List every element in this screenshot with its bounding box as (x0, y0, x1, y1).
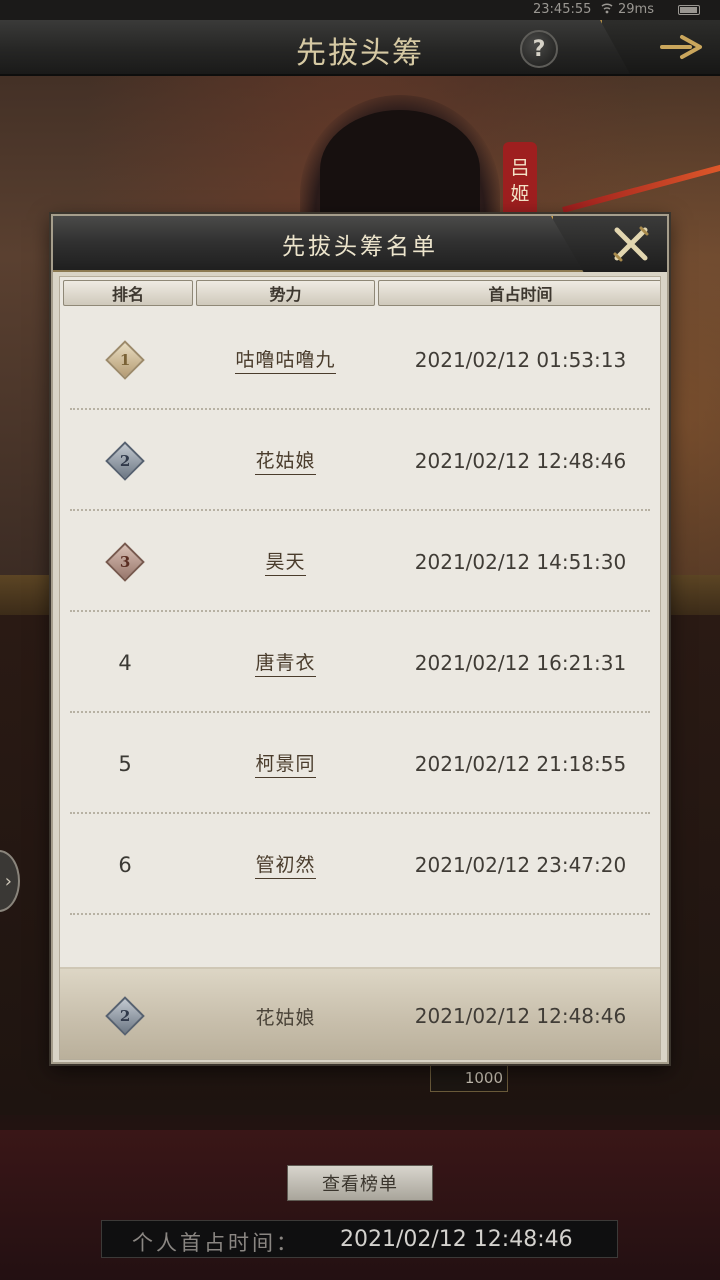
character-name-char-2: 姬 (510, 183, 530, 205)
reward-value: 1000 (464, 1069, 503, 1087)
faction-link[interactable]: 昊天 (265, 547, 306, 576)
silver-medal-icon: 2 (105, 440, 145, 481)
rank-cell: 1 (60, 309, 190, 410)
personal-time-label: 个人首占时间： (132, 1231, 300, 1255)
reward-chip: 1000 (430, 1064, 508, 1092)
wifi-icon (601, 2, 613, 18)
rank-cell: 5 (118, 751, 132, 776)
rank-cell: 2 (60, 410, 190, 511)
time-cell: 2021/02/12 14:51:30 (414, 549, 627, 574)
silver-medal-icon: 2 (105, 996, 145, 1036)
status-bar: 23:45:55 29ms (0, 0, 720, 20)
faction-cell: 昊天 (196, 511, 375, 612)
character-name-tag: 吕 姬 (503, 142, 537, 220)
view-list-button[interactable]: 查看榜单 (287, 1165, 433, 1201)
help-icon: ? (532, 36, 546, 62)
ranking-dialog: 先拔头筹名单 排名 势力 首占时间 1 咕噜咕噜九 2021/02/12 01:… (51, 214, 669, 1064)
table-row: 5 柯景同 2021/02/12 21:18:55 (60, 713, 660, 814)
faction-cell: 花姑娘 (196, 969, 375, 1059)
rank-cell: 2 (60, 969, 190, 1059)
table-row: 4 唐青衣 2021/02/12 16:21:31 (60, 612, 660, 713)
time-cell: 2021/02/12 21:18:55 (414, 751, 627, 776)
faction-link[interactable]: 花姑娘 (255, 446, 316, 475)
help-button[interactable]: ? (520, 30, 558, 68)
faction-link[interactable]: 管初然 (255, 850, 316, 879)
faction-cell: 唐青衣 (196, 612, 375, 713)
title-bar: 先拔头筹 ? (0, 20, 720, 76)
own-faction-name: 花姑娘 (255, 1006, 316, 1029)
status-time: 23:45:55 (533, 2, 592, 17)
faction-cell: 花姑娘 (196, 410, 375, 511)
status-ping: 29ms (618, 2, 654, 17)
rank-cell: 6 (118, 852, 132, 877)
own-ranking-row: 2 花姑娘 2021/02/12 12:48:46 (60, 967, 660, 1059)
column-header-time: 首占时间 (378, 280, 660, 306)
close-button[interactable] (551, 216, 667, 272)
gold-medal-icon: 1 (105, 339, 145, 380)
faction-cell: 管初然 (196, 814, 375, 915)
faction-link[interactable]: 唐青衣 (255, 648, 316, 677)
rank-cell: 3 (60, 511, 190, 612)
time-cell: 2021/02/12 23:47:20 (414, 852, 627, 877)
close-icon (613, 226, 649, 262)
character-hair (320, 110, 480, 230)
personal-first-time-bar: 个人首占时间： 2021/02/12 12:48:46 (101, 1220, 618, 1258)
ranking-list-panel[interactable]: 排名 势力 首占时间 1 咕噜咕噜九 2021/02/12 01:53:13 2 (59, 276, 661, 1060)
dialog-header: 先拔头筹名单 (53, 216, 667, 272)
arrow-right-icon (660, 35, 702, 59)
personal-time-value: 2021/02/12 12:48:46 (340, 1227, 573, 1252)
faction-cell: 咕噜咕噜九 (196, 309, 375, 410)
time-cell: 2021/02/12 01:53:13 (414, 347, 627, 372)
table-row: 3 昊天 2021/02/12 14:51:30 (60, 511, 660, 612)
column-header-rank: 排名 (63, 280, 193, 306)
chevron-right-icon: › (4, 870, 12, 892)
table-row: 2 花姑娘 2021/02/12 12:48:46 (60, 410, 660, 511)
time-cell: 2021/02/12 12:48:46 (414, 1004, 627, 1028)
time-cell: 2021/02/12 16:21:31 (414, 650, 627, 675)
table-row: 1 咕噜咕噜九 2021/02/12 01:53:13 (60, 309, 660, 410)
time-cell: 2021/02/12 12:48:46 (414, 448, 627, 473)
character-name-char-1: 吕 (510, 157, 530, 179)
faction-cell: 柯景同 (196, 713, 375, 814)
battery-icon (678, 5, 700, 15)
bronze-medal-icon: 3 (105, 541, 145, 582)
faction-link[interactable]: 咕噜咕噜九 (235, 345, 336, 374)
table-row: 6 管初然 2021/02/12 23:47:20 (60, 814, 660, 915)
faction-link[interactable]: 柯景同 (255, 749, 316, 778)
ranking-rows[interactable]: 1 咕噜咕噜九 2021/02/12 01:53:13 2 花姑娘 2021/0… (60, 309, 660, 964)
column-header-faction: 势力 (196, 280, 375, 306)
rank-cell: 4 (118, 650, 132, 675)
